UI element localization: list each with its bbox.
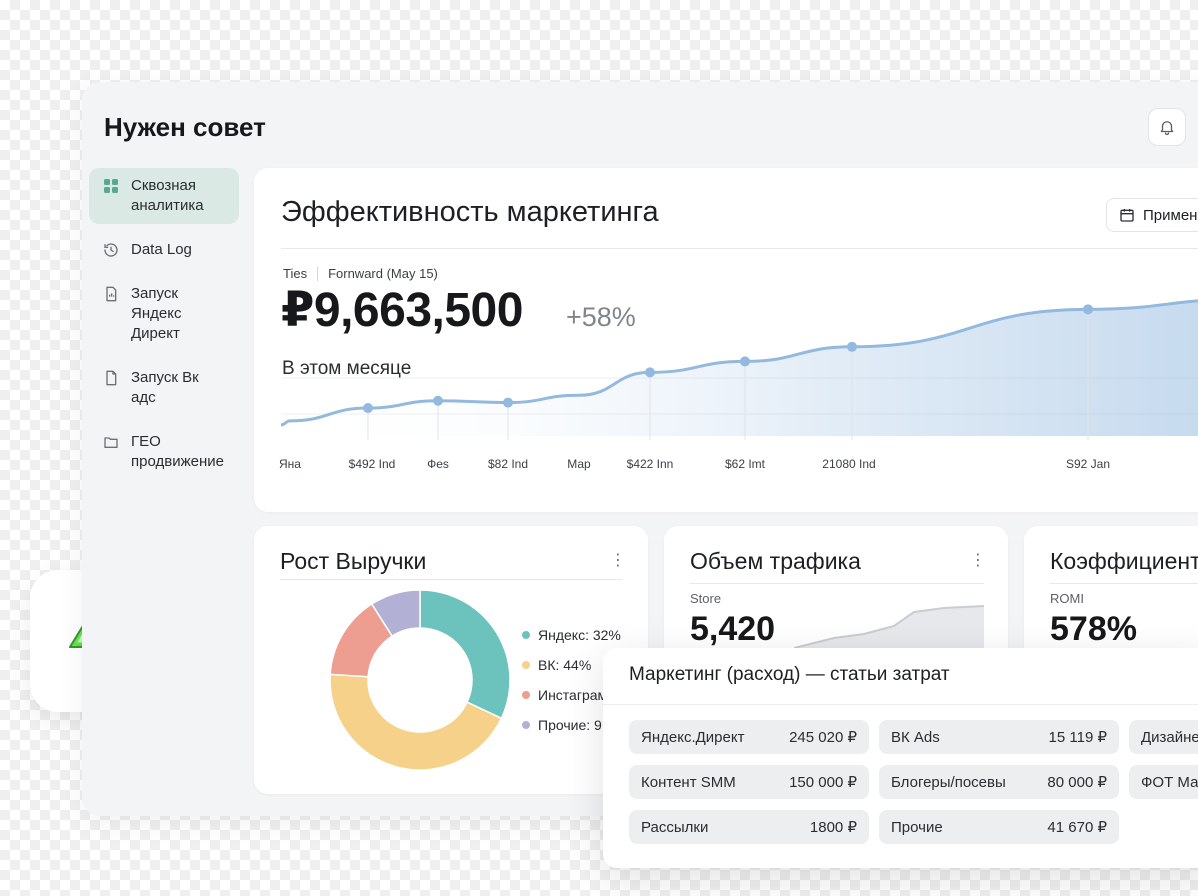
panel-title: Маркетинг (расход) — статьи затрат <box>629 664 950 685</box>
x-tick-label: $422 Inn <box>627 457 674 471</box>
expense-amount: 15 119 ₽ <box>1048 729 1107 746</box>
expense-item[interactable]: Блогеры/посевы 80 000 ₽ <box>879 765 1119 799</box>
chart-point <box>645 367 655 378</box>
sidebar-item-label: Data Log <box>131 241 192 258</box>
revenue-growth-card: Рост Выручки ⋮ Яндекс: 32% ВК: 44% Инстагр… <box>254 526 648 794</box>
divider <box>690 583 984 584</box>
expense-item[interactable]: Рассылки 1800 ₽ <box>629 810 869 844</box>
marketing-efficiency-card: Эффективность маркетинга Примен Ties For… <box>254 168 1198 512</box>
x-tick-label: S92 Jan <box>1066 457 1110 471</box>
document-chart-icon <box>103 284 119 304</box>
expense-item[interactable]: ВК Ads 15 119 ₽ <box>879 720 1119 754</box>
grid-icon <box>103 176 119 196</box>
expense-item[interactable]: Яндекс.Директ 245 020 ₽ <box>629 720 869 754</box>
chart-point <box>847 341 857 352</box>
legend-swatch <box>522 691 530 699</box>
expense-amount: 41 670 ₽ <box>1047 819 1107 836</box>
x-tick-label: $82 Ind <box>488 457 528 471</box>
donut-slice <box>419 589 511 720</box>
sidebar-item-label: Сквозная аналитика <box>131 177 204 214</box>
card-title: Рост Выручки <box>280 548 427 574</box>
expense-amount: 245 020 ₽ <box>789 729 857 746</box>
history-icon <box>103 240 119 260</box>
expense-name: ВК Ads <box>891 728 940 746</box>
expense-name: Прочие <box>891 818 943 836</box>
x-tick-label: Яна <box>279 457 301 471</box>
legend-swatch <box>522 721 530 729</box>
legend-label: ВК: 44% <box>538 657 592 673</box>
stat-label: Store <box>690 591 722 606</box>
expense-item[interactable]: ФОТ Ма <box>1129 765 1198 799</box>
expense-name: Дизайне <box>1141 728 1198 746</box>
card-title: Коэффициент <box>1050 548 1198 574</box>
x-tick-label: 21080 Ind <box>822 457 875 471</box>
expense-name: ФОТ Ма <box>1141 773 1198 791</box>
chart-point <box>1083 304 1093 315</box>
more-vertical-icon[interactable]: ⋮ <box>970 550 986 570</box>
expense-amount: 80 000 ₽ <box>1047 774 1107 791</box>
expense-item[interactable]: Контент SMM 150 000 ₽ <box>629 765 869 799</box>
folder-icon <box>103 432 119 452</box>
sidebar-item-label: Запуск Яндекс Директ <box>131 285 182 342</box>
expense-name: Яндекс.Директ <box>641 728 745 746</box>
sidebar: Сквозная аналитика Data Log Запуск Яндек… <box>89 168 239 488</box>
legend-label: Прочие: 9 <box>538 717 602 733</box>
sidebar-item-vk-ads[interactable]: Запуск Вк адс <box>89 360 239 416</box>
chart-point <box>740 356 750 367</box>
bell-icon <box>1160 121 1174 136</box>
card-title: Объем трафика <box>690 548 861 574</box>
stat-value: 578% <box>1050 610 1137 648</box>
expense-item[interactable]: Дизайне <box>1129 720 1198 754</box>
sidebar-item-label: Запуск Вк адс <box>131 369 199 406</box>
divider <box>1050 583 1198 584</box>
revenue-donut-chart <box>329 589 511 771</box>
app-title: Нужен совет <box>104 112 266 142</box>
legend-swatch <box>522 661 530 669</box>
expense-name: Блогеры/посевы <box>891 773 1006 791</box>
chart-point <box>433 395 443 406</box>
legend-label: Яндекс: 32% <box>538 627 621 643</box>
chart-point <box>503 397 513 408</box>
stat-value: 5,420 <box>690 610 776 648</box>
expenses-panel: Маркетинг (расход) — статьи затрат Яндек… <box>603 648 1198 868</box>
x-tick-label: $62 Imt <box>725 457 766 471</box>
divider <box>603 704 1198 705</box>
expense-amount: 150 000 ₽ <box>789 774 857 791</box>
stat-label: ROMI <box>1050 591 1084 606</box>
expense-amount: 1800 ₽ <box>809 819 857 836</box>
x-tick-label: $492 Ind <box>349 457 396 471</box>
expense-item[interactable]: Прочие 41 670 ₽ <box>879 810 1119 844</box>
document-icon <box>103 368 119 388</box>
legend-label: Инстаграм <box>538 687 608 703</box>
notifications-button[interactable] <box>1148 108 1186 146</box>
sidebar-item-analytics[interactable]: Сквозная аналитика <box>89 168 239 224</box>
sidebar-item-yandex-direct[interactable]: Запуск Яндекс Директ <box>89 276 239 352</box>
x-tick-label: Фes <box>427 457 449 471</box>
sidebar-item-data-log[interactable]: Data Log <box>89 232 239 268</box>
x-tick-label: Мар <box>567 457 591 471</box>
sidebar-item-geo[interactable]: ГЕО продвижение <box>89 424 239 480</box>
legend-swatch <box>522 631 530 639</box>
marketing-area-chart: Яна $492 Ind Фes $82 Ind Мар $422 Inn $62 Imt 2… <box>279 299 1198 471</box>
more-vertical-icon[interactable]: ⋮ <box>610 550 626 570</box>
legend-item: Яндекс: 32% <box>522 620 621 650</box>
expense-name: Контент SMM <box>641 773 736 791</box>
chart-point <box>363 403 373 414</box>
expense-name: Рассылки <box>641 818 709 836</box>
chart-area-fill <box>281 300 1198 436</box>
sidebar-item-label: ГЕО продвижение <box>131 433 224 470</box>
